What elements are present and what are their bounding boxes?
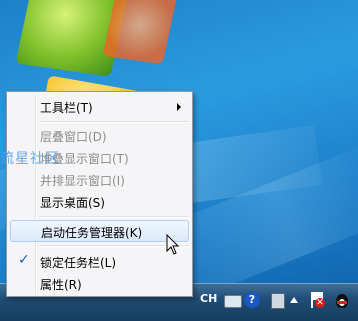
menu-item-cascade-windows[interactable]: 层叠窗口(D) [10, 125, 189, 147]
up-down-icon[interactable] [271, 293, 285, 309]
menu-item-side-by-side-windows[interactable]: 并排显示窗口(I) [10, 169, 189, 191]
mouse-pointer-icon [166, 234, 180, 255]
menu-item-label: 锁定任务栏(L) [40, 256, 117, 270]
menu-item-label: 显示桌面(S) [40, 196, 105, 210]
penguin-scarf [337, 301, 347, 304]
language-indicator[interactable]: CH [200, 292, 217, 310]
menu-item-label: 并排显示窗口(I) [40, 174, 125, 188]
menu-item-label: 启动任务管理器(K) [41, 226, 143, 240]
taskbar-context-menu: 工具栏(T) 层叠窗口(D) 堆叠显示窗口(T) 并排显示窗口(I) 显示桌面(… [6, 91, 193, 297]
menu-item-label: 属性(R) [40, 278, 82, 292]
checkmark-icon: ✓ [18, 252, 30, 268]
menu-separator [39, 216, 189, 218]
action-center-flag-icon[interactable]: ✕ [309, 292, 325, 308]
keyboard-icon[interactable] [224, 295, 242, 308]
menu-separator [39, 121, 189, 123]
windows-logo-red-pane [102, 0, 178, 65]
menu-item-properties[interactable]: 属性(R) [10, 273, 189, 295]
qq-penguin-icon[interactable] [333, 292, 351, 310]
show-hidden-icons-arrow-icon[interactable] [290, 297, 298, 303]
menu-item-task-manager[interactable]: 启动任务管理器(K) [10, 220, 189, 242]
help-icon[interactable]: ? [244, 292, 260, 308]
watermark-text: 流星社区 [0, 151, 60, 167]
menu-item-toolbars[interactable]: 工具栏(T) [10, 96, 189, 118]
error-badge-icon: ✕ [315, 298, 325, 308]
menu-item-lock-taskbar[interactable]: ✓ 锁定任务栏(L) [10, 251, 189, 273]
submenu-arrow-icon [177, 103, 181, 111]
menu-item-show-desktop[interactable]: 显示桌面(S) [10, 191, 189, 213]
menu-item-label: 工具栏(T) [40, 101, 93, 115]
menu-item-label: 层叠窗口(D) [40, 130, 107, 144]
